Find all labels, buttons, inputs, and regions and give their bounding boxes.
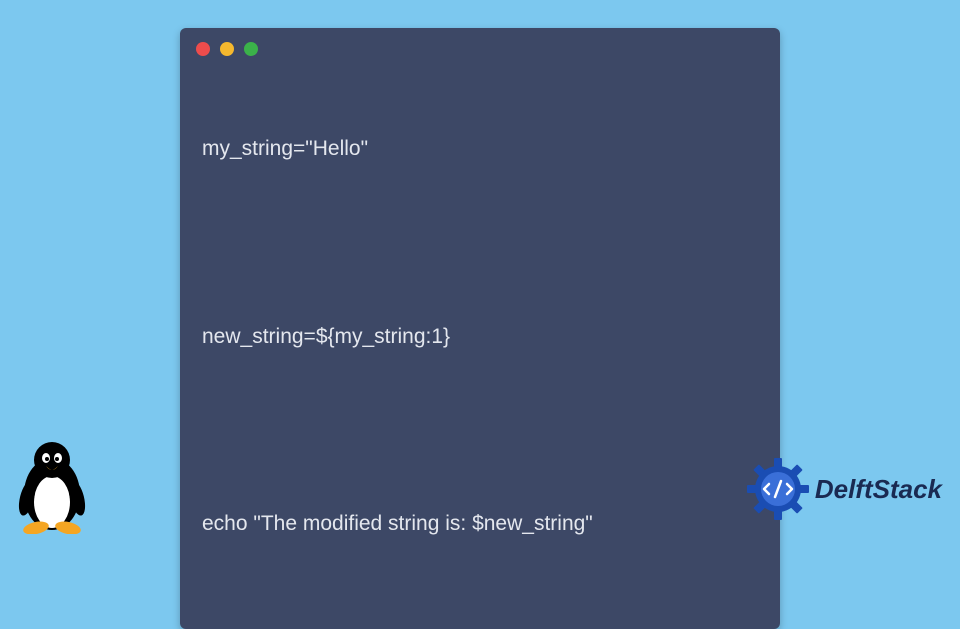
maximize-icon — [244, 42, 258, 56]
window-titlebar — [180, 28, 780, 66]
code-line-2: new_string=${my_string:1} — [202, 321, 758, 353]
brand-name: DelftStack — [815, 474, 942, 505]
delftstack-gear-icon — [747, 458, 809, 520]
code-window: my_string="Hello" new_string=${my_string… — [180, 28, 780, 629]
code-content: my_string="Hello" new_string=${my_string… — [180, 66, 780, 607]
blank-line — [202, 232, 758, 258]
tux-penguin-icon — [10, 436, 94, 534]
close-icon — [196, 42, 210, 56]
brand: DelftStack — [747, 458, 942, 520]
minimize-icon — [220, 42, 234, 56]
code-line-1: my_string="Hello" — [202, 133, 758, 165]
code-line-3: echo "The modified string is: $new_strin… — [202, 508, 758, 540]
blank-line — [202, 419, 758, 445]
